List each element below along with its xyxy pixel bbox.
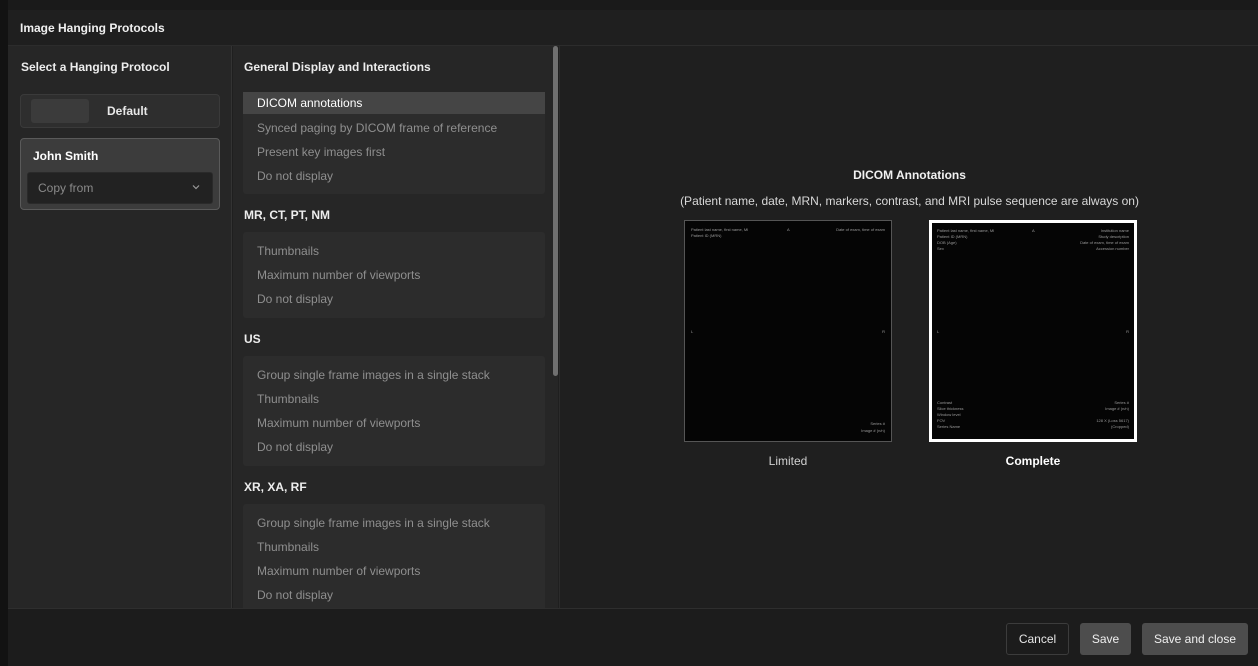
annotation-text: Date of exam, time of exam xyxy=(836,227,885,232)
section-title-xr: XR, XA, RF xyxy=(244,480,307,494)
option-present-key-images[interactable]: Present key images first xyxy=(257,145,385,159)
protocol-default[interactable]: Default xyxy=(20,94,220,128)
protocol-john-smith[interactable]: John Smith Copy from xyxy=(20,138,220,210)
section-title-general: General Display and Interactions xyxy=(244,60,431,74)
preview-label-complete: Complete xyxy=(1005,454,1061,468)
option-max-viewports[interactable]: Maximum number of viewports xyxy=(257,268,420,282)
save-button[interactable]: Save xyxy=(1080,623,1131,655)
protocol-panel: Select a Hanging Protocol Default John S… xyxy=(8,46,232,608)
option-do-not-display[interactable]: Do not display xyxy=(257,588,333,602)
group-us: Group single frame images in a single st… xyxy=(243,356,545,466)
annotation-text: Date of exam, time of exam xyxy=(1080,240,1129,245)
annotation-marker: R xyxy=(882,329,885,334)
window-edge xyxy=(0,0,8,666)
protocol-default-label: Default xyxy=(107,104,148,118)
option-thumbnails[interactable]: Thumbnails xyxy=(257,392,319,406)
annotation-text: 128 X (Loss 5617) xyxy=(1096,418,1129,423)
annotation-text: Image # (n/n) xyxy=(1105,406,1129,411)
annotation-text: Window level xyxy=(937,412,961,417)
annotation-text: Image # (n/n) xyxy=(861,428,885,433)
protocol-john-smith-label: John Smith xyxy=(33,149,99,163)
settings-panel: General Display and Interactions DICOM a… xyxy=(233,46,558,608)
annotation-marker: A xyxy=(787,227,790,232)
annotation-text: Contrast xyxy=(937,400,953,405)
annotation-marker: A xyxy=(1032,228,1035,233)
settings-scrollbar[interactable] xyxy=(553,46,558,376)
option-do-not-display[interactable]: Do not display xyxy=(257,440,333,454)
option-do-not-display[interactable]: Do not display xyxy=(257,292,333,306)
annotation-marker: L xyxy=(691,329,694,334)
annotation-text: (Cropped) xyxy=(1110,424,1129,429)
option-thumbnails[interactable]: Thumbnails xyxy=(257,540,319,554)
annotation-text: Institution name xyxy=(1100,228,1129,233)
annotation-text: Sex xyxy=(937,246,944,251)
option-dicom-annotations[interactable]: DICOM annotations xyxy=(243,92,545,114)
annotation-text: Patient ID (MRN) xyxy=(937,234,968,239)
annotation-text: Patient last name, first name, MI xyxy=(691,227,749,232)
annotation-marker: R xyxy=(1126,329,1129,334)
annotation-text: Series Name xyxy=(937,424,961,429)
option-group-single-frame[interactable]: Group single frame images in a single st… xyxy=(257,368,490,382)
preview-title: DICOM Annotations xyxy=(853,168,966,182)
section-title-mr-ct: MR, CT, PT, NM xyxy=(244,208,330,222)
save-and-close-button[interactable]: Save and close xyxy=(1142,623,1248,655)
group-mr-ct: Thumbnails Maximum number of viewports D… xyxy=(243,232,545,318)
annotation-text: FOV xyxy=(937,418,946,423)
preview-subtitle: (Patient name, date, MRN, markers, contr… xyxy=(680,194,1139,208)
annotation-text: Patient last name, first name, MI xyxy=(937,228,995,233)
option-thumbnails[interactable]: Thumbnails xyxy=(257,244,319,258)
annotation-text: Study description xyxy=(1098,234,1129,239)
chevron-down-icon xyxy=(192,185,200,190)
preview-panel: DICOM Annotations (Patient name, date, M… xyxy=(559,46,1258,608)
annotation-text: DOB (Age) xyxy=(937,240,957,245)
annotation-text: Slice thickness xyxy=(937,406,964,411)
copy-from-select[interactable]: Copy from xyxy=(27,172,213,204)
protocol-heading: Select a Hanging Protocol xyxy=(21,60,170,74)
section-title-us: US xyxy=(244,332,261,346)
annotation-text: Accession number xyxy=(1096,246,1129,251)
protocol-thumbnail xyxy=(31,99,89,123)
option-max-viewports[interactable]: Maximum number of viewports xyxy=(257,564,420,578)
annotation-text: Series # xyxy=(1114,400,1129,405)
dialog-footer: Cancel Save Save and close xyxy=(8,608,1258,666)
annotation-preview-complete[interactable]: Patient last name, first name, MI Patien… xyxy=(929,220,1137,442)
annotation-text: Patient ID (MRN) xyxy=(691,233,722,238)
copy-from-placeholder: Copy from xyxy=(38,181,94,195)
annotation-marker: L xyxy=(937,329,940,334)
cancel-button[interactable]: Cancel xyxy=(1006,623,1069,655)
option-group-single-frame[interactable]: Group single frame images in a single st… xyxy=(257,516,490,530)
group-general: DICOM annotations Synced paging by DICOM… xyxy=(243,92,545,194)
annotation-text: Series # xyxy=(870,421,885,426)
annotation-preview-limited[interactable]: Patient last name, first name, MI Patien… xyxy=(684,220,892,442)
option-synced-paging[interactable]: Synced paging by DICOM frame of referenc… xyxy=(257,121,497,135)
option-max-viewports[interactable]: Maximum number of viewports xyxy=(257,416,420,430)
preview-label-limited: Limited xyxy=(768,454,808,468)
dialog-title: Image Hanging Protocols xyxy=(8,10,1258,46)
group-xr: Group single frame images in a single st… xyxy=(243,504,545,608)
hanging-protocols-dialog: Image Hanging Protocols Select a Hanging… xyxy=(8,10,1258,666)
option-do-not-display[interactable]: Do not display xyxy=(257,169,333,183)
